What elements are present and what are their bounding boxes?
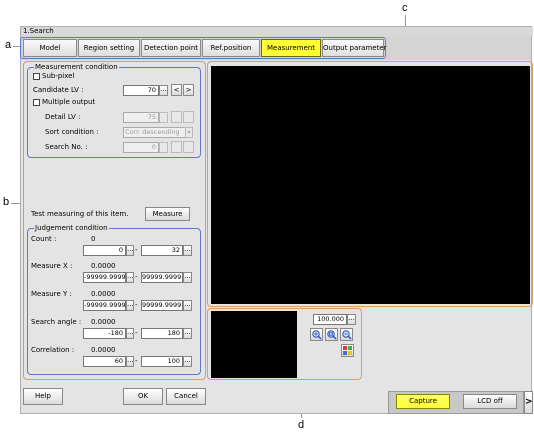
callout-a: a (5, 39, 12, 51)
judgement-condition-title: Judgement condition (34, 224, 109, 232)
capture-button[interactable]: Capture (396, 394, 450, 409)
zoom-out-button[interactable] (340, 328, 353, 341)
measure-y-range-separator: - (135, 301, 138, 309)
measure-x-value: 0.0000 (91, 262, 116, 270)
callout-c: c (402, 2, 408, 14)
sort-condition-dropdown-icon[interactable]: ▾ (185, 127, 193, 138)
zoom-ellipsis-button[interactable]: ... (347, 314, 356, 325)
tab-measurement[interactable]: Measurement (261, 39, 321, 57)
zoom-out-icon (342, 330, 352, 340)
zoom-in-button[interactable] (310, 328, 323, 341)
measure-x-min-ellipsis-button[interactable]: ... (126, 272, 134, 283)
detail-lv-prev-button[interactable] (171, 111, 182, 123)
search-angle-label: Search angle : (31, 318, 82, 326)
measure-y-min-field[interactable]: -99999.9999 (83, 300, 126, 311)
correlation-label: Correlation : (31, 346, 75, 354)
thumbnail-display[interactable] (211, 311, 297, 378)
help-button[interactable]: Help (23, 388, 63, 405)
measure-x-label: Measure X : (31, 262, 73, 270)
count-max-ellipsis-button[interactable]: ... (183, 245, 192, 256)
search-no-label: Search No. : (45, 143, 88, 151)
tab-detection-point[interactable]: Detection point (141, 39, 201, 57)
correlation-max-ellipsis-button[interactable]: ... (183, 356, 192, 367)
measure-y-label: Measure Y : (31, 290, 72, 298)
zoom-fit-button[interactable] (325, 328, 338, 341)
correlation-min-ellipsis-button[interactable]: ... (126, 356, 134, 367)
sort-condition-label: Sort condition : (45, 128, 99, 136)
count-min-ellipsis-button[interactable]: ... (126, 245, 134, 256)
tab-region-setting[interactable]: Region setting (78, 39, 140, 57)
measure-y-max-ellipsis-button[interactable]: ... (183, 300, 192, 311)
count-label: Count : (31, 235, 57, 243)
subpixel-checkbox[interactable] (33, 73, 40, 80)
correlation-value: 0.0000 (91, 346, 116, 354)
detail-lv-label: Detail LV : (45, 113, 81, 121)
candidate-lv-field[interactable]: 70 (123, 85, 159, 96)
candidate-lv-next-button[interactable]: > (183, 84, 194, 96)
measure-x-range-separator: - (135, 273, 138, 281)
search-angle-max-ellipsis-button[interactable]: ... (183, 328, 192, 339)
correlation-range-separator: - (135, 357, 138, 365)
sort-condition-select[interactable]: Corr. descending (123, 127, 187, 138)
search-angle-min-field[interactable]: -180 (83, 328, 126, 339)
candidate-lv-ellipsis-button[interactable]: ... (159, 85, 168, 96)
search-no-prev-button[interactable] (171, 141, 182, 153)
multiple-output-label: Multiple output (42, 98, 96, 106)
image-settings-icon (343, 346, 352, 355)
search-no-next-button[interactable] (183, 141, 194, 153)
measure-x-max-ellipsis-button[interactable]: ... (183, 272, 192, 283)
measurement-condition-title: Measurement condition (34, 63, 119, 71)
count-min-field[interactable]: 0 (83, 245, 126, 256)
search-angle-value: 0.0000 (91, 318, 116, 326)
ok-button[interactable]: OK (123, 388, 163, 405)
count-value: 0 (91, 235, 96, 243)
zoom-in-icon (312, 330, 322, 340)
detail-lv-next-button[interactable] (183, 111, 194, 123)
expand-arrow-button[interactable]: > (524, 391, 533, 414)
image-display[interactable] (211, 66, 530, 304)
search-angle-max-field[interactable]: 180 (141, 328, 183, 339)
multiple-output-checkbox[interactable] (33, 99, 40, 106)
callout-b: b (3, 196, 10, 208)
test-measuring-label: Test measuring of this item. (31, 210, 129, 218)
zoom-field[interactable]: 100.000 (313, 314, 347, 325)
image-settings-button[interactable] (341, 344, 354, 357)
search-no-ellipsis-button[interactable] (159, 142, 168, 153)
search-angle-min-ellipsis-button[interactable]: ... (126, 328, 134, 339)
callout-a-line (13, 46, 20, 47)
candidate-lv-prev-button[interactable]: < (171, 84, 182, 96)
detail-lv-field[interactable]: 75 (123, 112, 159, 123)
tab-output-parameter[interactable]: Output parameter (322, 39, 387, 57)
tab-ref-position[interactable]: Ref.position (202, 39, 260, 57)
search-no-field[interactable]: 0 (123, 142, 159, 153)
zoom-fit-icon (327, 330, 337, 340)
measure-y-max-field[interactable]: 99999.9999 (141, 300, 183, 311)
window-title: 1.Search (21, 27, 533, 36)
measure-x-max-field[interactable]: 99999.9999 (141, 272, 183, 283)
measure-y-value: 0.0000 (91, 290, 116, 298)
search-angle-range-separator: - (135, 329, 138, 337)
callout-d: d (298, 419, 305, 431)
subpixel-label: Sub-pixel (42, 72, 75, 80)
correlation-min-field[interactable]: 60 (83, 356, 126, 367)
measure-y-min-ellipsis-button[interactable]: ... (126, 300, 134, 311)
correlation-max-field[interactable]: 100 (141, 356, 183, 367)
candidate-lv-label: Candidate LV : (33, 86, 84, 94)
measure-button[interactable]: Measure (145, 207, 190, 221)
detail-lv-ellipsis-button[interactable] (159, 112, 168, 123)
tab-model[interactable]: Model (23, 39, 77, 57)
measure-x-min-field[interactable]: -99999.9999 (83, 272, 126, 283)
count-range-separator: - (135, 246, 138, 254)
count-max-field[interactable]: 32 (141, 245, 183, 256)
search-window: 1.Search Model Region setting Detection … (20, 26, 533, 414)
cancel-button[interactable]: Cancel (166, 388, 206, 405)
lcd-off-button[interactable]: LCD off (463, 394, 517, 409)
